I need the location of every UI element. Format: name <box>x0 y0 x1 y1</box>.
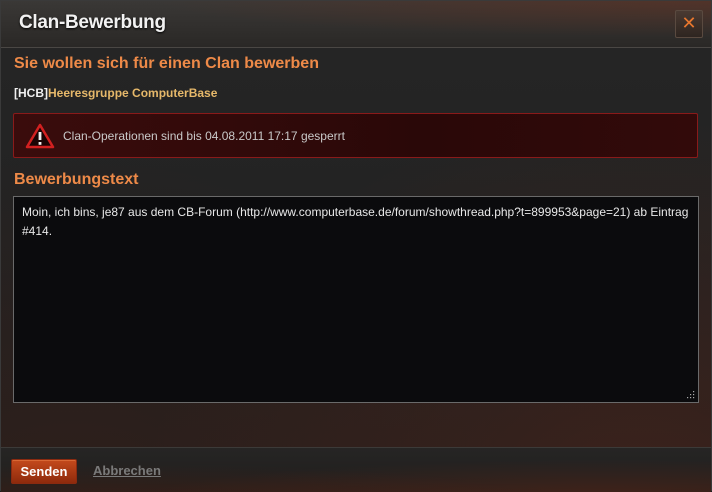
dialog-title: Clan-Bewerbung <box>19 12 166 33</box>
dialog-footer: Senden Abbrechen <box>1 447 711 492</box>
dialog-titlebar: Clan-Bewerbung ✕ <box>1 1 711 48</box>
clan-name: [HCB]Heeresgruppe ComputerBase <box>14 86 217 100</box>
close-button[interactable]: ✕ <box>675 10 703 38</box>
application-text-input[interactable]: Moin, ich bins, je87 aus dem CB-Forum (h… <box>13 196 699 403</box>
send-button[interactable]: Senden <box>11 459 77 484</box>
clan-application-dialog: Clan-Bewerbung ✕ Sie wollen sich für ein… <box>0 0 712 492</box>
resize-handle-icon[interactable] <box>685 389 695 399</box>
lock-alert: Clan-Operationen sind bis 04.08.2011 17:… <box>13 113 698 158</box>
cancel-link[interactable]: Abbrechen <box>93 463 161 478</box>
warning-icon <box>25 123 55 149</box>
application-text-value: Moin, ich bins, je87 aus dem CB-Forum (h… <box>22 205 689 238</box>
alert-message: Clan-Operationen sind bis 04.08.2011 17:… <box>63 129 345 143</box>
page-heading: Sie wollen sich für einen Clan bewerben <box>14 55 319 72</box>
application-text-heading: Bewerbungstext <box>14 171 139 188</box>
close-icon: ✕ <box>681 13 697 34</box>
clan-full-name: Heeresgruppe ComputerBase <box>48 86 218 100</box>
clan-tag: [HCB] <box>14 86 48 100</box>
